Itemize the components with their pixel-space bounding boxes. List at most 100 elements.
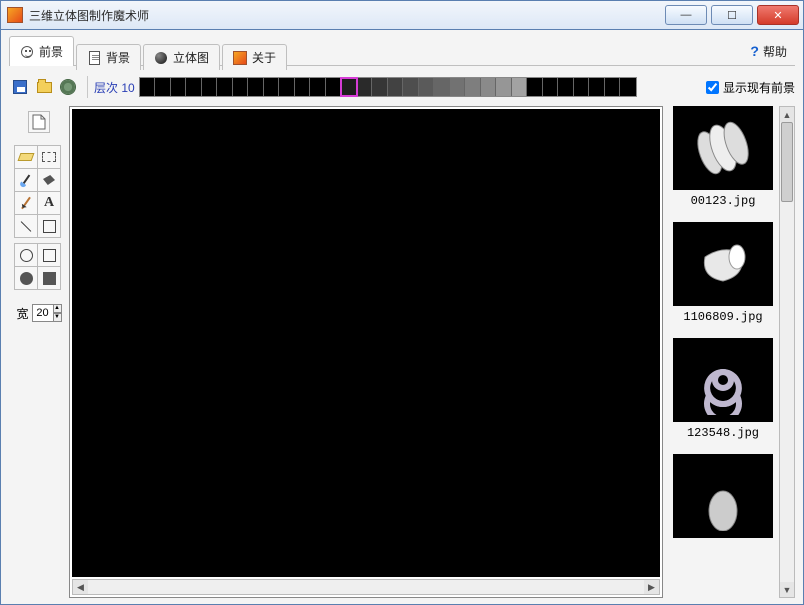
layer-cell[interactable]: [543, 78, 559, 96]
layer-cell[interactable]: [465, 78, 481, 96]
eyedropper-tool[interactable]: [14, 168, 38, 192]
gallery: 00123.jpg 1106809.jpg 123548.jpg ▲ ▼: [667, 106, 795, 598]
layer-cell[interactable]: [357, 78, 373, 96]
gear-icon: [61, 80, 75, 94]
layer-cell[interactable]: [217, 78, 233, 96]
layer-cell[interactable]: [248, 78, 264, 96]
tab-foreground[interactable]: 前景: [9, 36, 74, 66]
text-tool[interactable]: A: [37, 191, 61, 215]
help-button[interactable]: ? 帮助: [742, 39, 795, 63]
app-icon: [7, 7, 23, 23]
layer-cell[interactable]: [605, 78, 621, 96]
canvas-area: ◀ ▶: [69, 106, 663, 598]
gallery-item[interactable]: 1106809.jpg: [667, 222, 779, 324]
layer-cell[interactable]: [186, 78, 202, 96]
close-button[interactable]: ✕: [757, 5, 799, 25]
help-label: 帮助: [763, 43, 787, 60]
document-icon: [87, 51, 101, 65]
width-spin-down[interactable]: ▼: [54, 313, 62, 322]
scroll-up-icon[interactable]: ▲: [780, 107, 794, 122]
line-tool[interactable]: [14, 214, 38, 238]
width-spin-up[interactable]: ▲: [54, 304, 62, 313]
scroll-down-icon[interactable]: ▼: [780, 582, 794, 597]
open-button[interactable]: [33, 76, 55, 98]
gallery-item[interactable]: 00123.jpg: [667, 106, 779, 208]
canvas-h-scrollbar[interactable]: ◀ ▶: [72, 579, 660, 595]
layer-cell[interactable]: [558, 78, 574, 96]
settings-button[interactable]: [57, 76, 79, 98]
main-body: A 宽 ▲: [9, 106, 795, 598]
scroll-thumb[interactable]: [781, 122, 793, 202]
open-icon: [37, 82, 52, 93]
layer-cell[interactable]: [574, 78, 590, 96]
circle-fill-tool[interactable]: [14, 266, 38, 290]
rectangle-tool[interactable]: [37, 214, 61, 238]
layer-cell[interactable]: [171, 78, 187, 96]
gallery-item[interactable]: [667, 454, 779, 538]
toolbox: A 宽 ▲: [9, 106, 69, 598]
width-label: 宽: [16, 305, 28, 322]
layer-label: 层次 10: [94, 79, 135, 96]
scroll-track[interactable]: [780, 122, 794, 582]
layer-cell[interactable]: [512, 78, 528, 96]
layer-cell[interactable]: [419, 78, 435, 96]
scroll-left-icon[interactable]: ◀: [73, 580, 88, 594]
scroll-track[interactable]: [88, 580, 644, 594]
layer-cell[interactable]: [155, 78, 171, 96]
thumbnail: [673, 106, 773, 190]
rectangle-icon: [43, 220, 56, 233]
layer-cell[interactable]: [496, 78, 512, 96]
new-document-button[interactable]: [28, 111, 50, 133]
gallery-item[interactable]: 123548.jpg: [667, 338, 779, 440]
tab-label: 前景: [39, 43, 63, 60]
layer-cell[interactable]: [620, 78, 636, 96]
square-fill-tool[interactable]: [37, 266, 61, 290]
layer-cell[interactable]: [202, 78, 218, 96]
layer-cell[interactable]: [589, 78, 605, 96]
layer-cell[interactable]: [295, 78, 311, 96]
width-control: 宽 ▲ ▼: [16, 304, 61, 322]
tab-stereogram[interactable]: 立体图: [143, 44, 220, 70]
save-button[interactable]: [9, 76, 31, 98]
layer-cell[interactable]: [326, 78, 342, 96]
smiley-icon: [20, 45, 34, 59]
scroll-right-icon[interactable]: ▶: [644, 580, 659, 594]
layer-cell[interactable]: [140, 78, 156, 96]
thumbnail: [673, 338, 773, 422]
circle-outline-icon: [20, 249, 33, 262]
gallery-list: 00123.jpg 1106809.jpg 123548.jpg: [667, 106, 779, 598]
thumbnail: [673, 222, 773, 306]
marquee-tool[interactable]: [37, 145, 61, 169]
layer-cell[interactable]: [233, 78, 249, 96]
tool-grid: A: [15, 146, 63, 290]
layer-cell[interactable]: [310, 78, 326, 96]
layer-cell[interactable]: [481, 78, 497, 96]
tab-background[interactable]: 背景: [76, 44, 141, 70]
width-input[interactable]: [32, 304, 54, 322]
layer-cell[interactable]: [264, 78, 280, 96]
show-foreground-checkbox[interactable]: 显示现有前景: [702, 78, 795, 97]
layer-cell[interactable]: [388, 78, 404, 96]
canvas[interactable]: [72, 109, 660, 577]
gallery-scrollbar[interactable]: ▲ ▼: [779, 106, 795, 598]
circle-outline-tool[interactable]: [14, 243, 38, 267]
square-outline-tool[interactable]: [37, 243, 61, 267]
layer-cell[interactable]: [341, 78, 357, 96]
fill-tool[interactable]: [37, 168, 61, 192]
layer-cell[interactable]: [434, 78, 450, 96]
layer-cell[interactable]: [372, 78, 388, 96]
minimize-button[interactable]: —: [665, 5, 707, 25]
tab-about[interactable]: 关于: [222, 44, 287, 70]
marquee-icon: [42, 152, 56, 162]
layer-cell[interactable]: [527, 78, 543, 96]
layer-strip[interactable]: [139, 77, 637, 97]
layer-cell[interactable]: [403, 78, 419, 96]
layer-cell[interactable]: [279, 78, 295, 96]
show-foreground-input[interactable]: [706, 81, 719, 94]
help-icon: ?: [750, 43, 759, 59]
layer-cell[interactable]: [450, 78, 466, 96]
eraser-tool[interactable]: [14, 145, 38, 169]
pencil-tool[interactable]: [14, 191, 38, 215]
maximize-button[interactable]: ☐: [711, 5, 753, 25]
circle-fill-icon: [20, 272, 33, 285]
